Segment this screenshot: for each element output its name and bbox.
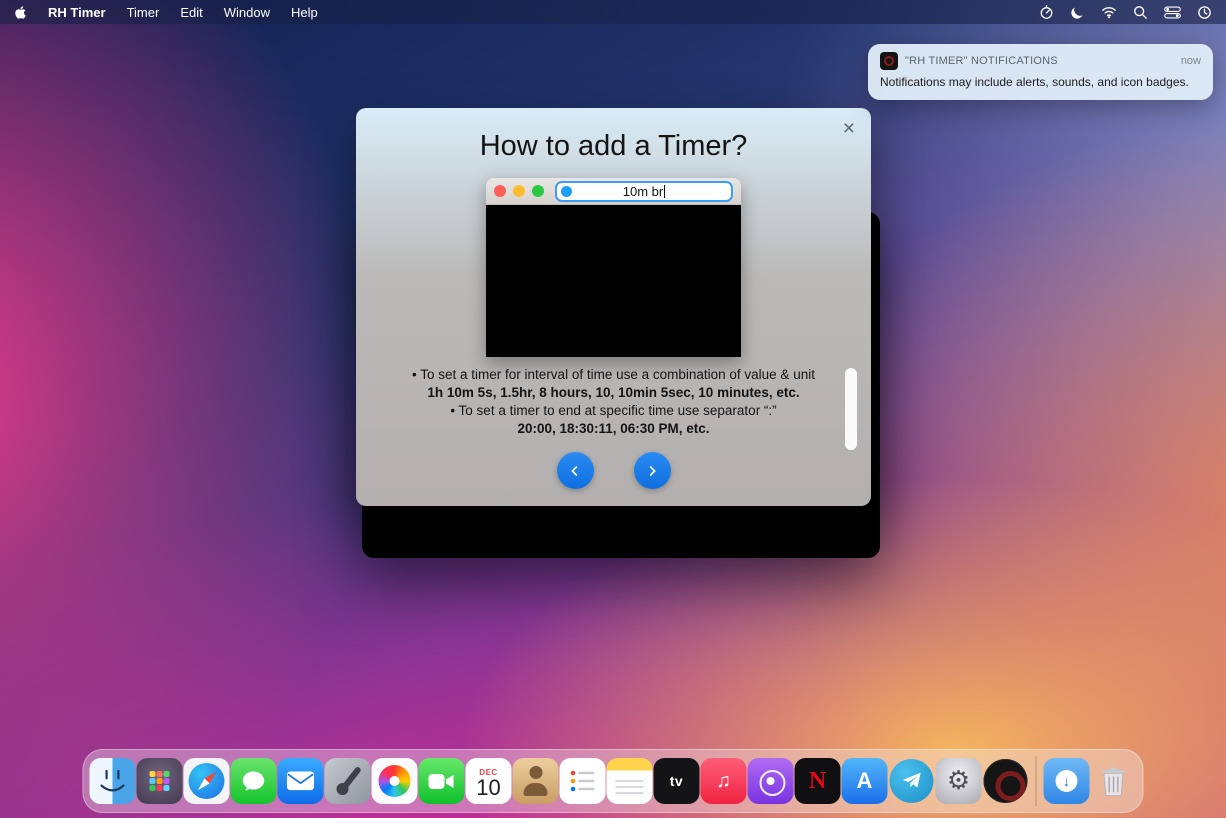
menu-timer[interactable]: Timer [127, 5, 160, 20]
instruction-line-4: 20:00, 18:30:11, 06:30 PM, etc. [364, 420, 863, 438]
status-wifi[interactable] [1101, 4, 1117, 20]
status-spotlight[interactable] [1133, 5, 1148, 20]
instruction-line-1: • To set a timer for interval of time us… [364, 366, 863, 384]
dock-icon-garageband[interactable] [325, 758, 371, 804]
dialog-navigation [356, 452, 871, 489]
app-store-a-glyph: A [857, 768, 873, 794]
dock-icon-netflix[interactable]: N [795, 758, 841, 804]
menu-edit[interactable]: Edit [180, 5, 202, 20]
menu-bar-left: RH Timer Timer Edit Window Help [14, 5, 318, 20]
dock-icon-music[interactable]: ♫ [701, 758, 747, 804]
apple-logo-icon [14, 5, 27, 20]
dock-icon-mail[interactable] [278, 758, 324, 804]
menu-window[interactable]: Window [224, 5, 270, 20]
moon-icon [1070, 5, 1085, 20]
calendar-day-label: 10 [476, 777, 500, 799]
music-note-icon: ♫ [716, 770, 731, 793]
netflix-n-glyph: N [809, 768, 826, 795]
menu-help[interactable]: Help [291, 5, 318, 20]
instruction-line-3: • To set a timer to end at specific time… [364, 402, 863, 420]
dock-icon-facetime[interactable] [419, 758, 465, 804]
dock: DEC 10 tv ♫ N A ⚙ ↓ [83, 749, 1144, 813]
help-dialog: × How to add a Timer? 10m br • To set a … [356, 108, 871, 506]
traffic-zoom-icon [532, 185, 544, 197]
timer-entry-value: 10m br [623, 184, 663, 199]
envelope-icon [287, 771, 315, 791]
dock-icon-system-preferences[interactable]: ⚙ [936, 758, 982, 804]
dock-icon-reminders[interactable] [560, 758, 606, 804]
notification-header: "RH TIMER" NOTIFICATIONS now [880, 52, 1201, 70]
dock-icon-app-store[interactable]: A [842, 758, 888, 804]
chat-bubble-icon [241, 768, 267, 794]
timer-gauge-icon [1039, 5, 1054, 20]
traffic-close-icon [494, 185, 506, 197]
dock-icon-podcasts[interactable] [748, 758, 794, 804]
dock-divider [1036, 756, 1037, 806]
traffic-minimize-icon [513, 185, 525, 197]
dialog-title: How to add a Timer? [356, 130, 871, 163]
wifi-icon [1101, 4, 1117, 20]
dock-icon-safari[interactable] [184, 758, 230, 804]
status-do-not-disturb[interactable] [1070, 5, 1085, 20]
apple-menu[interactable] [14, 5, 27, 20]
dock-icon-launchpad[interactable] [137, 758, 183, 804]
dock-icon-downloads[interactable]: ↓ [1044, 758, 1090, 804]
scrollbar-thumb[interactable] [845, 368, 857, 450]
finder-face-icon [92, 760, 134, 802]
gear-icon: ⚙ [947, 768, 970, 794]
status-control-center[interactable] [1164, 6, 1181, 19]
instructions-text: • To set a timer for interval of time us… [364, 366, 863, 438]
paper-plane-icon [901, 770, 923, 792]
timer-entry-input[interactable]: 10m br [555, 181, 733, 202]
video-camera-icon [429, 773, 455, 790]
menu-bar: RH Timer Timer Edit Window Help [0, 0, 1226, 24]
dock-icon-photos[interactable] [372, 758, 418, 804]
notification-banner[interactable]: "RH TIMER" NOTIFICATIONS now Notificatio… [868, 44, 1213, 100]
tv-glyph: tv [670, 773, 683, 789]
next-page-button[interactable] [634, 452, 671, 489]
clock-icon [1197, 5, 1212, 20]
menu-bar-status-area [1039, 4, 1212, 20]
text-caret [664, 185, 665, 198]
rh-timer-app-icon [880, 52, 898, 70]
status-timer-gauge[interactable] [1039, 5, 1054, 20]
dock-icon-rh-timer[interactable] [983, 758, 1029, 804]
dock-icon-contacts[interactable] [513, 758, 559, 804]
timer-dot-icon [561, 186, 572, 197]
trash-can-icon [1101, 764, 1127, 798]
status-clock[interactable] [1197, 5, 1212, 20]
dock-icon-trash[interactable] [1091, 758, 1137, 804]
demo-titlebar: 10m br [486, 178, 741, 205]
dock-icon-telegram[interactable] [889, 758, 935, 804]
instruction-line-2: 1h 10m 5s, 1.5hr, 8 hours, 10, 10min 5se… [364, 384, 863, 402]
dock-icon-apple-tv[interactable]: tv [654, 758, 700, 804]
checklist-icon [569, 767, 597, 795]
notification-title: "RH TIMER" NOTIFICATIONS [905, 55, 1174, 67]
chevron-right-icon [644, 463, 660, 479]
search-icon [1133, 5, 1148, 20]
demo-mini-window: 10m br [486, 178, 741, 357]
notification-body: Notifications may include alerts, sounds… [880, 74, 1201, 90]
notification-timestamp: now [1181, 55, 1201, 67]
menu-app-name[interactable]: RH Timer [48, 5, 106, 20]
dock-icon-notes[interactable] [607, 758, 653, 804]
demo-window-content [486, 205, 741, 357]
dock-icon-finder[interactable] [90, 758, 136, 804]
download-arrow-icon: ↓ [1056, 770, 1078, 792]
control-center-icon [1164, 6, 1181, 19]
chevron-left-icon [567, 463, 583, 479]
dock-icon-calendar[interactable]: DEC 10 [466, 758, 512, 804]
previous-page-button[interactable] [557, 452, 594, 489]
dock-icon-messages[interactable] [231, 758, 277, 804]
